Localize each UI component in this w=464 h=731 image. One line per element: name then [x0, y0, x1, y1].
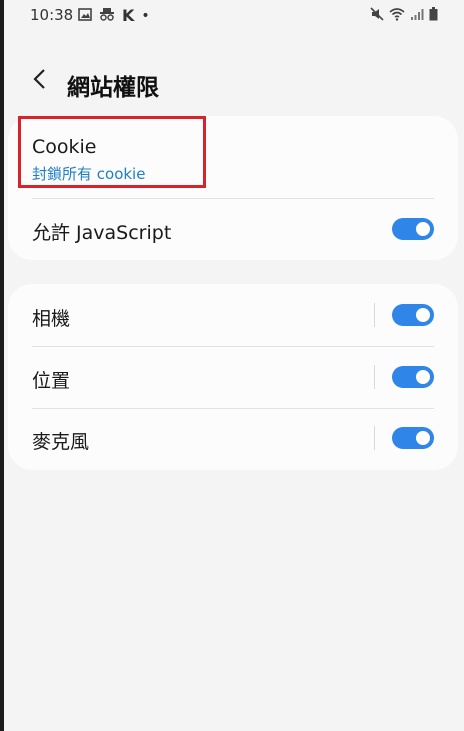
- toggle-knob: [414, 306, 432, 324]
- app-header: 網站權限: [0, 58, 464, 104]
- cookie-row[interactable]: Cookie 封鎖所有 cookie: [8, 116, 458, 198]
- notification-icons: K •: [78, 6, 150, 25]
- k-app-icon: K: [122, 6, 135, 25]
- toggle-knob: [414, 368, 432, 386]
- wifi-icon: [389, 6, 405, 25]
- separator: [374, 365, 375, 389]
- page-title: 網站權限: [67, 75, 159, 101]
- microphone-toggle[interactable]: [392, 427, 434, 449]
- microphone-row[interactable]: 麥克風: [8, 409, 458, 470]
- javascript-label: 允許 JavaScript: [32, 222, 172, 244]
- toggle-knob: [414, 220, 432, 238]
- more-notifications-dot: •: [141, 7, 150, 24]
- status-bar: 10:38 K •: [0, 0, 464, 30]
- chevron-left-icon: [32, 68, 46, 94]
- toggle-knob: [414, 429, 432, 447]
- microphone-label: 麥克風: [32, 431, 90, 453]
- javascript-row[interactable]: 允許 JavaScript: [8, 199, 458, 260]
- gallery-icon: [78, 6, 92, 25]
- battery-icon: [429, 6, 438, 25]
- incognito-icon: [99, 6, 115, 25]
- location-row[interactable]: 位置: [8, 347, 458, 409]
- camera-label: 相機: [32, 308, 71, 330]
- separator: [374, 426, 375, 450]
- location-label: 位置: [32, 370, 71, 392]
- camera-row[interactable]: 相機: [8, 284, 458, 346]
- signal-icon: [410, 6, 424, 25]
- javascript-toggle[interactable]: [392, 218, 434, 240]
- back-button[interactable]: [24, 64, 54, 98]
- cookie-label: Cookie: [32, 136, 97, 158]
- screen-edge: [0, 0, 4, 731]
- cookie-javascript-card: Cookie 封鎖所有 cookie 允許 JavaScript: [8, 116, 458, 260]
- mute-icon: [370, 6, 384, 25]
- system-icons: [370, 6, 438, 25]
- permissions-card: 相機 位置 麥克風: [8, 284, 458, 470]
- separator: [374, 303, 375, 327]
- cookie-value: 封鎖所有 cookie: [32, 165, 146, 183]
- location-toggle[interactable]: [392, 366, 434, 388]
- status-time: 10:38: [30, 6, 74, 24]
- camera-toggle[interactable]: [392, 304, 434, 326]
